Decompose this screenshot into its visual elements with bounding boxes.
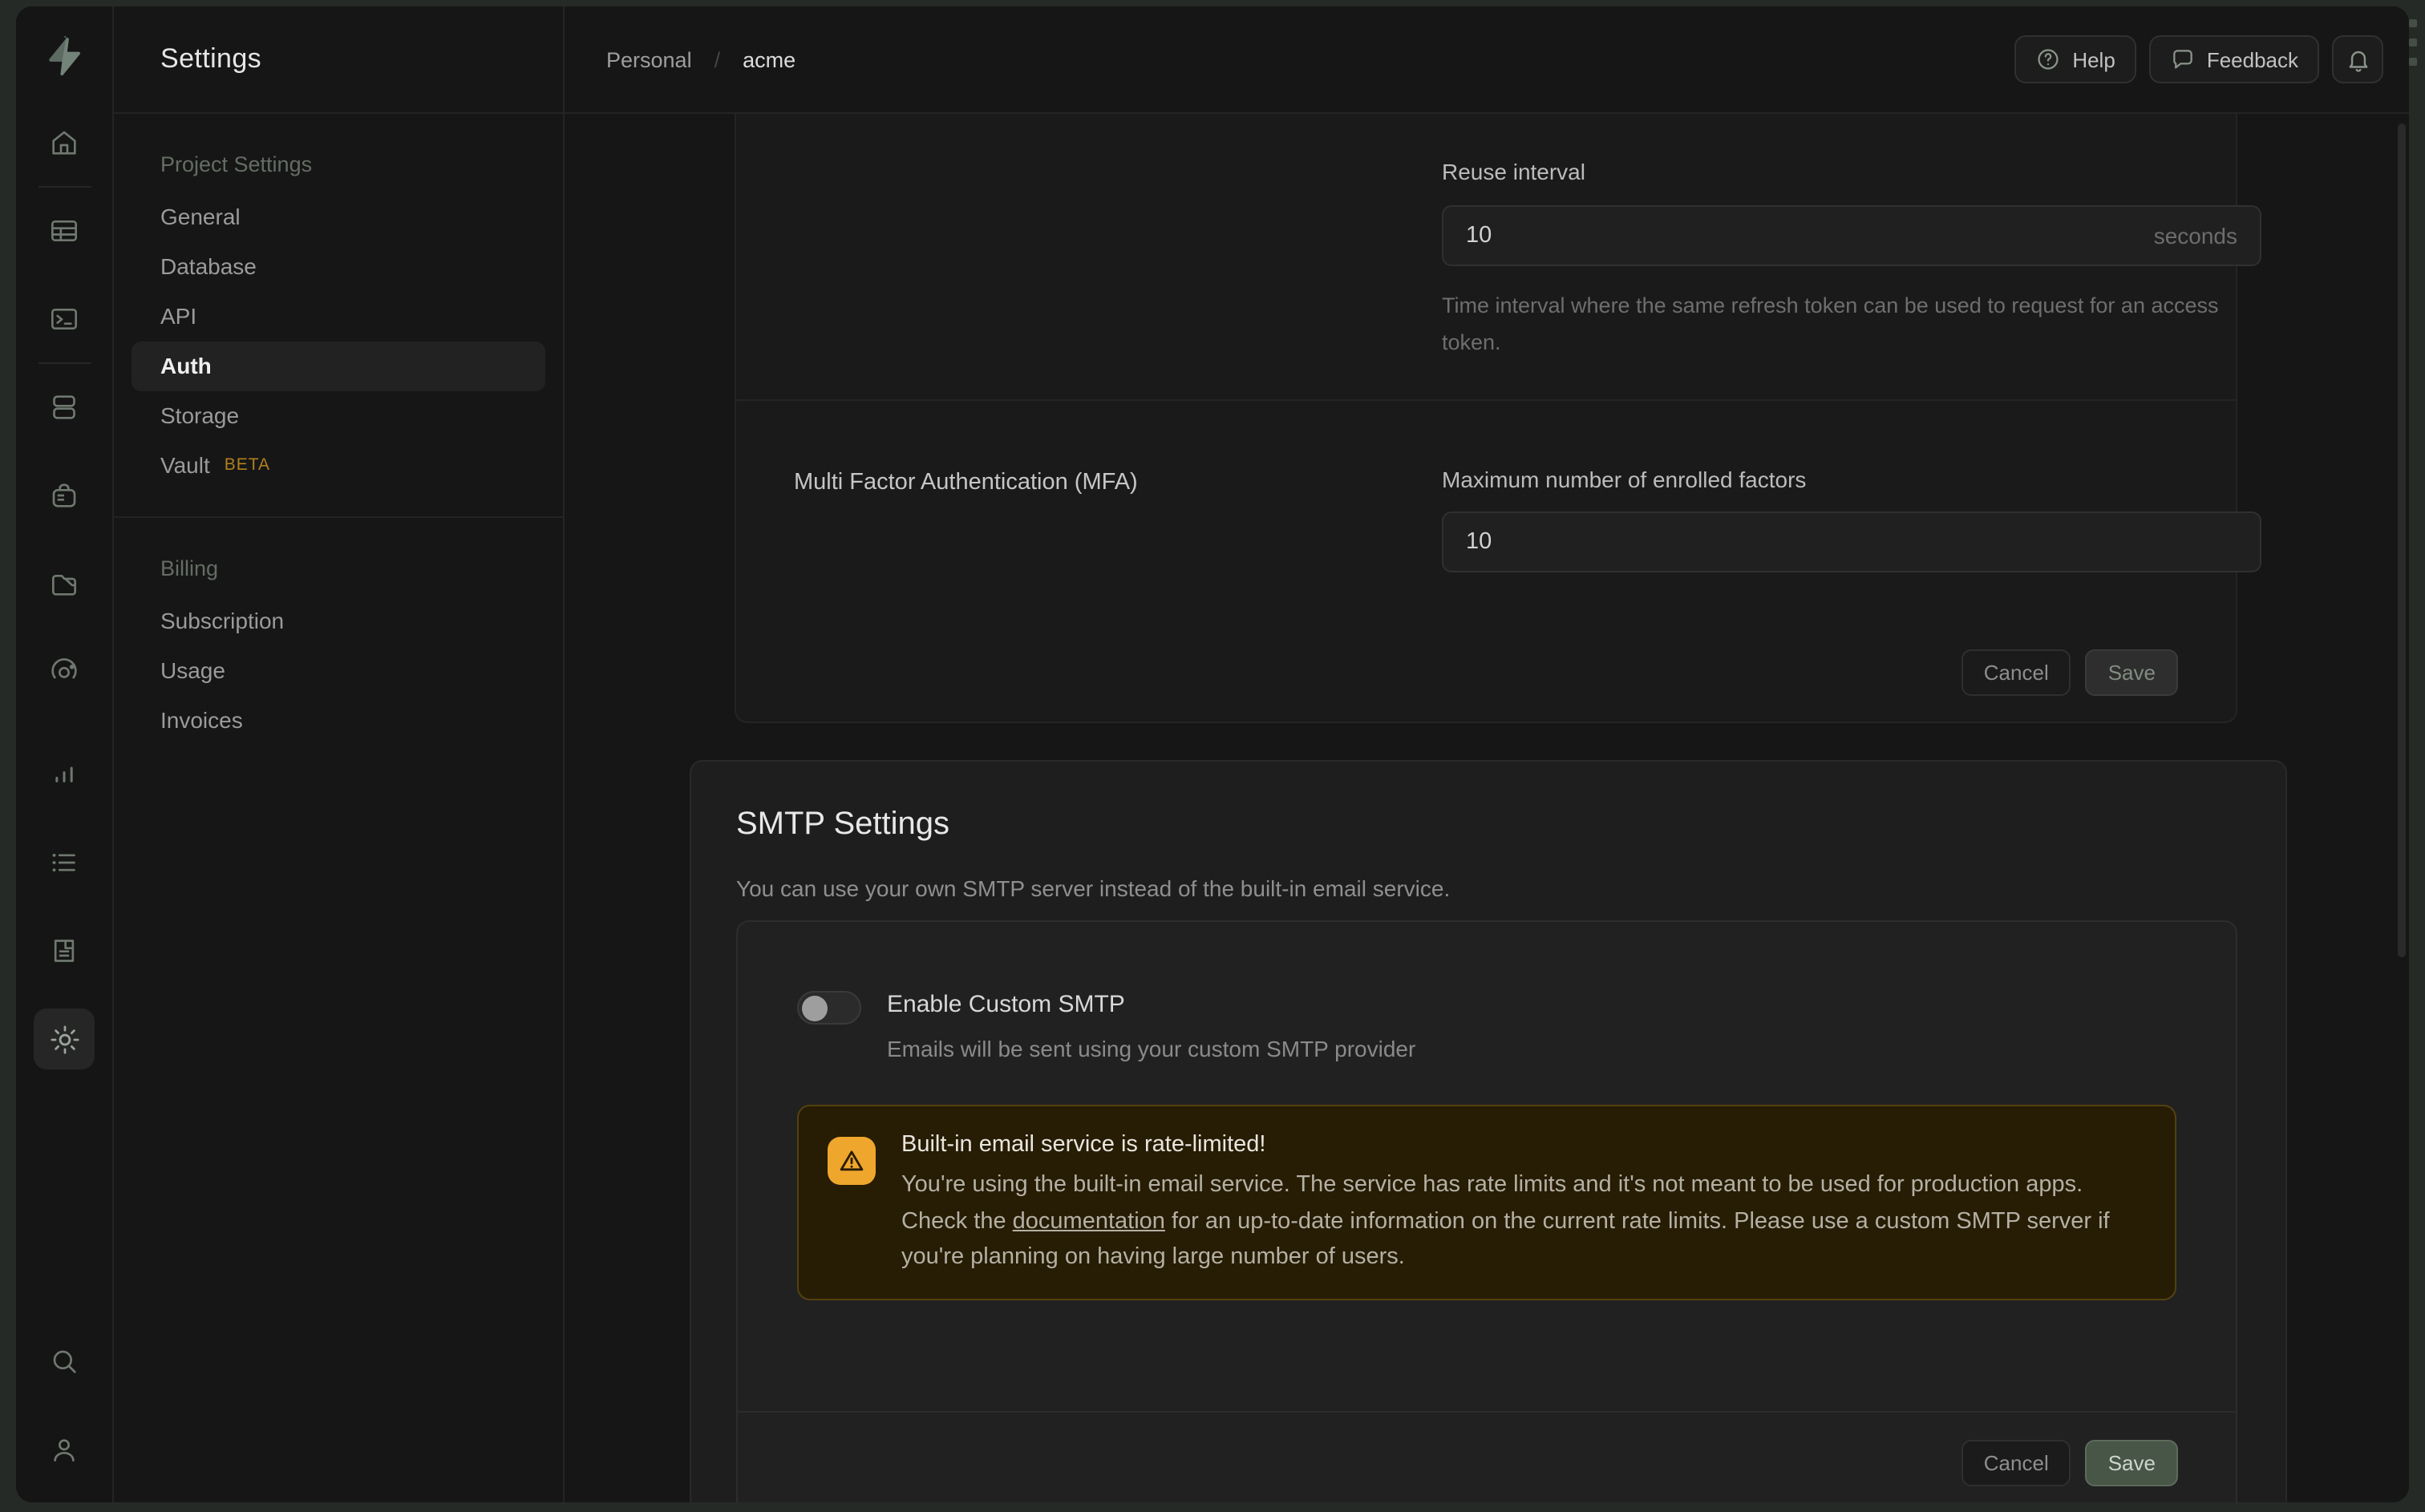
sidebar-item-invoices[interactable]: Invoices xyxy=(132,696,545,746)
mfa-max-factors-label: Maximum number of enrolled factors xyxy=(1442,467,1806,492)
feedback-icon xyxy=(2170,46,2196,72)
notifications-button[interactable] xyxy=(2332,35,2383,83)
reuse-interval-input[interactable] xyxy=(1443,223,2260,249)
warning-icon xyxy=(828,1137,876,1185)
auth-cancel-button[interactable]: Cancel xyxy=(1961,649,2071,696)
toggle-knob xyxy=(802,995,828,1021)
smtp-card-footer: Cancel Save xyxy=(738,1411,2236,1502)
nav-settings-icon[interactable] xyxy=(34,1009,95,1069)
icon-rail xyxy=(16,6,114,1502)
mfa-max-factors-input-wrap xyxy=(1442,511,2261,572)
auth-settings-card: Reuse interval seconds Time interval whe… xyxy=(735,114,2237,723)
sidebar-item-auth[interactable]: Auth xyxy=(132,342,545,391)
nav-storage-icon[interactable] xyxy=(34,553,95,614)
smtp-save-button[interactable]: Save xyxy=(2086,1439,2178,1486)
nav-logs-icon[interactable] xyxy=(34,832,95,893)
frame-decoration-dots xyxy=(2409,19,2422,66)
beta-badge: BETA xyxy=(225,451,270,481)
content-scroll-area: Reuse interval seconds Time interval whe… xyxy=(565,114,2409,1502)
mfa-max-factors-input[interactable] xyxy=(1443,529,2260,555)
sidebar-item-storage[interactable]: Storage xyxy=(132,391,545,441)
nav-database-icon[interactable] xyxy=(34,377,95,438)
smtp-subtitle: You can use your own SMTP server instead… xyxy=(736,875,1450,901)
nav-auth-icon[interactable] xyxy=(34,465,95,526)
sidebar-item-database[interactable]: Database xyxy=(132,242,545,292)
rail-divider xyxy=(38,186,91,188)
sidebar-header: Settings xyxy=(114,6,563,114)
search-icon[interactable] xyxy=(34,1331,95,1392)
reuse-interval-label: Reuse interval xyxy=(1442,159,1585,184)
nav-reports-icon[interactable] xyxy=(34,744,95,805)
account-icon[interactable] xyxy=(34,1419,95,1480)
documentation-link[interactable]: documentation xyxy=(1013,1208,1165,1234)
app-window: Settings Project Settings General Databa… xyxy=(16,6,2409,1502)
bell-icon xyxy=(2344,46,2371,73)
reuse-interval-description: Time interval where the same refresh tok… xyxy=(1442,287,2261,361)
smtp-title: SMTP Settings xyxy=(736,807,949,843)
help-button[interactable]: Help xyxy=(2014,35,2136,83)
sidebar-item-api[interactable]: API xyxy=(132,292,545,342)
auth-save-button[interactable]: Save xyxy=(2086,649,2178,696)
nav-api-docs-icon[interactable] xyxy=(34,920,95,981)
screen: Settings Project Settings General Databa… xyxy=(0,0,2425,1512)
nav-sql-editor-icon[interactable] xyxy=(34,289,95,350)
card-divider xyxy=(736,399,2236,401)
sidebar-item-vault[interactable]: Vault BETA xyxy=(132,441,545,491)
smtp-card: Enable Custom SMTP Emails will be sent u… xyxy=(736,920,2237,1502)
nav-edge-functions-icon[interactable] xyxy=(34,641,95,702)
section-label-project-settings: Project Settings xyxy=(114,152,563,176)
supabase-logo-icon[interactable] xyxy=(34,26,95,87)
top-bar: Personal / acme Help Feedback xyxy=(565,6,2409,114)
enable-custom-smtp-toggle[interactable] xyxy=(797,991,861,1025)
rate-limit-warning-alert: Built-in email service is rate-limited! … xyxy=(797,1105,2176,1300)
scrollbar-thumb[interactable] xyxy=(2398,123,2406,957)
mfa-section-label: Multi Factor Authentication (MFA) xyxy=(794,470,1138,495)
main-area: Personal / acme Help Feedback xyxy=(565,6,2409,1502)
section-label-billing: Billing xyxy=(114,556,563,580)
help-icon xyxy=(2035,46,2061,72)
sidebar-title: Settings xyxy=(160,43,261,75)
sidebar-item-subscription[interactable]: Subscription xyxy=(132,596,545,646)
enable-custom-smtp-label: Enable Custom SMTP xyxy=(887,991,1415,1018)
sidebar-divider xyxy=(114,516,563,518)
settings-sidebar: Settings Project Settings General Databa… xyxy=(114,6,565,1502)
smtp-cancel-button[interactable]: Cancel xyxy=(1961,1439,2071,1486)
breadcrumb-separator: / xyxy=(715,47,721,71)
breadcrumb-project[interactable]: acme xyxy=(743,47,796,71)
sidebar-item-usage[interactable]: Usage xyxy=(132,646,545,696)
alert-body: You're using the built-in email service.… xyxy=(901,1167,2146,1275)
alert-title: Built-in email service is rate-limited! xyxy=(901,1132,2146,1158)
breadcrumb-org[interactable]: Personal xyxy=(606,47,692,71)
rail-divider xyxy=(38,362,91,364)
nav-table-editor-icon[interactable] xyxy=(34,200,95,261)
feedback-button[interactable]: Feedback xyxy=(2149,35,2319,83)
reuse-interval-input-wrap: seconds xyxy=(1442,205,2261,266)
sidebar-item-general[interactable]: General xyxy=(132,192,545,242)
nav-home-icon[interactable] xyxy=(34,112,95,173)
smtp-settings-panel: SMTP Settings You can use your own SMTP … xyxy=(690,760,2287,1502)
enable-custom-smtp-description: Emails will be sent using your custom SM… xyxy=(887,1036,1415,1061)
